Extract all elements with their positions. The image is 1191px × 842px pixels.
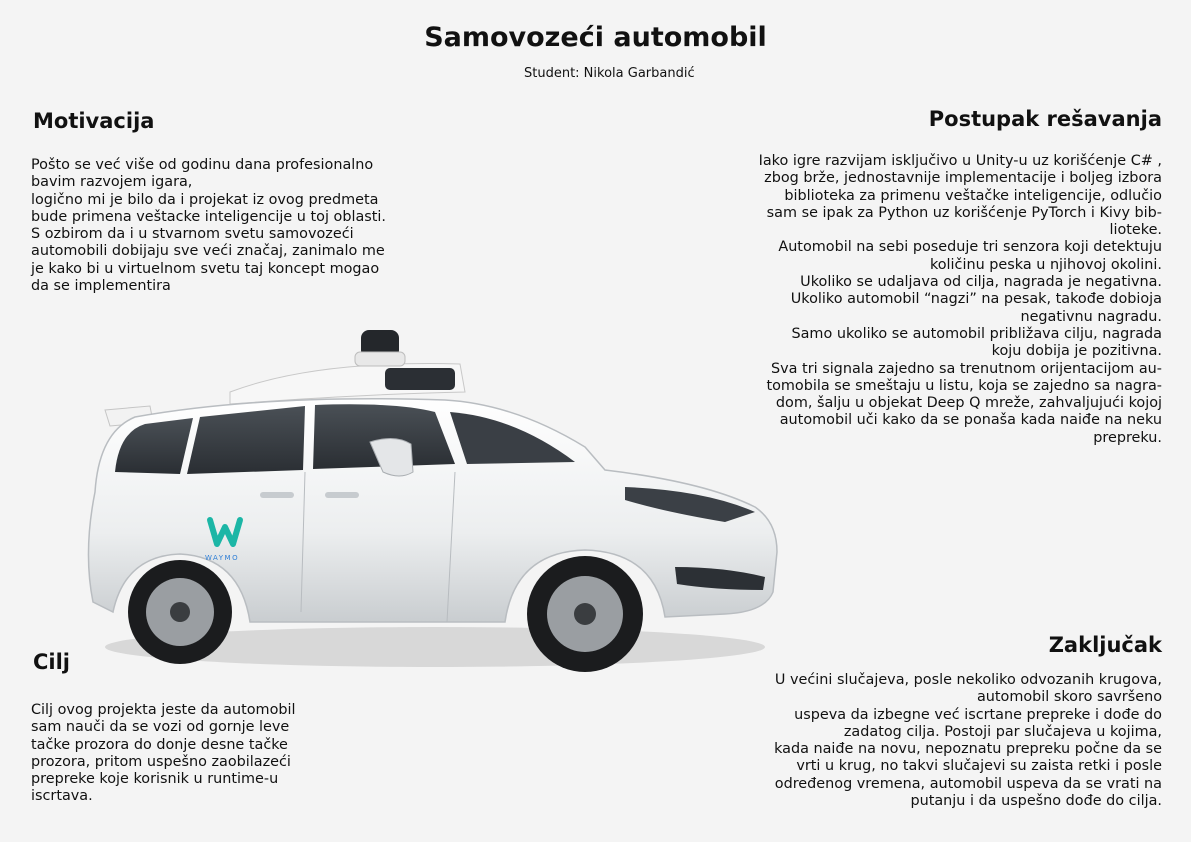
text-line: lioteke. bbox=[1109, 222, 1162, 239]
text-line: S ozbirom da i u stvarnom svetu samovoze… bbox=[31, 226, 354, 243]
text-line: U većini slučajeva, posle nekoliko odvoz… bbox=[774, 672, 1162, 688]
text-line: Cilj ovog projekta jeste da automobil bbox=[31, 702, 296, 718]
text-line: kada naiđe na novu, nepoznatu prepreku p… bbox=[774, 741, 1162, 758]
text-line: koju dobija je pozitivna. bbox=[991, 343, 1162, 360]
text-line: količinu peska u njihovoj okolini. bbox=[929, 256, 1162, 273]
text-line: sam nauči da se vozi od gornje leve bbox=[31, 719, 290, 736]
motivacija-heading: Motivacija bbox=[33, 109, 155, 133]
text-line: automobili dobijaju sve veći značaj, zan… bbox=[31, 243, 385, 260]
text-line: tomobila se smeštaju u listu, koja se za… bbox=[766, 377, 1162, 394]
text-line: određenog vremena, automobil uspeva da s… bbox=[774, 775, 1162, 792]
page-title: Samovozeći automobil bbox=[424, 22, 767, 53]
text-line: Sva tri signala zajedno sa trenutnom ori… bbox=[771, 360, 1162, 377]
text-line: Automobil na sebi poseduje tri senzora k… bbox=[778, 239, 1162, 256]
text-line: negativnu nagradu. bbox=[1020, 308, 1162, 325]
text-line: prepreke koje korisnik u runtime-u bbox=[31, 771, 279, 788]
text-line: bude primena veštacke inteligencije u to… bbox=[31, 208, 386, 225]
rear-wheel bbox=[128, 560, 232, 664]
postupak-heading: Postupak rešavanja bbox=[928, 107, 1162, 131]
text-line: Ukoliko automobil “nagzi” na pesak, tako… bbox=[790, 291, 1162, 308]
text-line: automobil uči kako da se ponaša kada nai… bbox=[779, 412, 1162, 429]
door-handle bbox=[325, 492, 359, 498]
door-handle bbox=[260, 492, 294, 498]
text-line: prozora, pritom uspešno zaobilazeći bbox=[31, 753, 291, 770]
front-wheel bbox=[527, 556, 643, 672]
text-line: automobil skoro savršeno bbox=[976, 689, 1162, 706]
cilj-text: Cilj ovog projekta jeste da automobil sam… bbox=[31, 702, 296, 806]
lidar-sensor bbox=[229, 330, 466, 405]
text-line: tačke prozora do donje desne tačke bbox=[31, 736, 288, 753]
student-name: Student: Nikola Garbandić bbox=[524, 66, 695, 81]
text-line: vrti u krug, no takvi slučajevi su zaist… bbox=[796, 758, 1162, 775]
text-line: putanju i da uspešno dođe do cilja. bbox=[910, 793, 1162, 810]
text-line: dom, šalju u objekat Deep Q mreže, zahva… bbox=[775, 395, 1162, 412]
text-line: biblioteka za primenu veštačke inteligen… bbox=[784, 187, 1162, 204]
text-line: zadatog cilja. Postoji par slučajeva u k… bbox=[843, 723, 1162, 740]
text-line: sam se ipak za Python uz korišćenje PyTo… bbox=[766, 204, 1162, 221]
text-line: iscrtava. bbox=[31, 788, 93, 805]
text-line: je kako bi u virtuelnom svetu taj koncep… bbox=[31, 260, 380, 277]
waymo-wordmark: WAYMO bbox=[205, 554, 239, 562]
zakljucak-heading: Zaključak bbox=[1048, 633, 1162, 657]
text-line: Iako igre razvijam isključivo u Unity-u … bbox=[758, 153, 1162, 169]
text-line: Samo ukoliko se automobil približava cil… bbox=[791, 325, 1162, 342]
waymo-car-image: WAYMO bbox=[87, 330, 778, 672]
text-line: Pošto se već više od godinu dana profesi… bbox=[31, 157, 374, 173]
motivacija-text: Pošto se već više od godinu dana profesi… bbox=[31, 157, 386, 295]
text-line: uspeva da izbegne već iscrtane prepreke … bbox=[794, 706, 1162, 723]
postupak-text: Iako igre razvijam isključivo u Unity-u … bbox=[759, 153, 1162, 447]
text-line: bavim razvojem igara, bbox=[31, 174, 193, 191]
text-line: logično mi je bilo da i projekat iz ovog… bbox=[31, 191, 379, 208]
zakljucak-text: U većini slučajeva, posle nekoliko odvoz… bbox=[774, 672, 1162, 810]
text-line: Ukoliko se udaljava od cilja, nagrada je… bbox=[800, 274, 1162, 291]
text-line: zbog brže, jednostavnije implementacije … bbox=[764, 170, 1162, 187]
text-line: prepreku. bbox=[1093, 429, 1162, 446]
text-line: da se implementira bbox=[31, 278, 171, 295]
